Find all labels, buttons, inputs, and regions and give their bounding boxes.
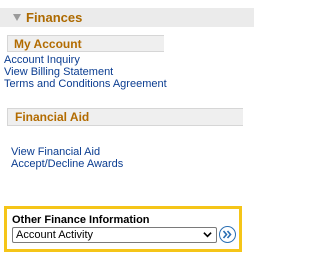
finances-title: Finances <box>26 10 83 25</box>
accept-decline-awards-link[interactable]: Accept/Decline Awards <box>11 158 123 170</box>
finances-pagelet: Finances My Account Account Inquiry View… <box>0 0 254 261</box>
collapse-triangle-icon[interactable] <box>13 14 21 21</box>
my-account-heading: My Account <box>7 35 164 52</box>
financial-aid-title: Financial Aid <box>15 110 90 124</box>
finances-header[interactable]: Finances <box>0 8 254 27</box>
other-finance-label: Other Finance Information <box>12 214 150 226</box>
other-finance-select[interactable]: Account Activity <box>12 227 217 243</box>
other-finance-selected-value: Account Activity <box>16 229 94 241</box>
account-inquiry-link[interactable]: Account Inquiry <box>4 54 80 66</box>
my-account-title: My Account <box>14 37 82 51</box>
other-finance-box: Other Finance Information Account Activi… <box>4 206 242 252</box>
terms-conditions-link[interactable]: Terms and Conditions Agreement <box>4 78 167 90</box>
chevron-down-icon <box>203 232 212 238</box>
go-button[interactable] <box>219 226 236 243</box>
view-billing-statement-link[interactable]: View Billing Statement <box>4 66 113 78</box>
view-financial-aid-link[interactable]: View Financial Aid <box>11 146 100 158</box>
financial-aid-heading: Financial Aid <box>7 108 243 126</box>
double-chevron-right-icon <box>222 230 232 239</box>
